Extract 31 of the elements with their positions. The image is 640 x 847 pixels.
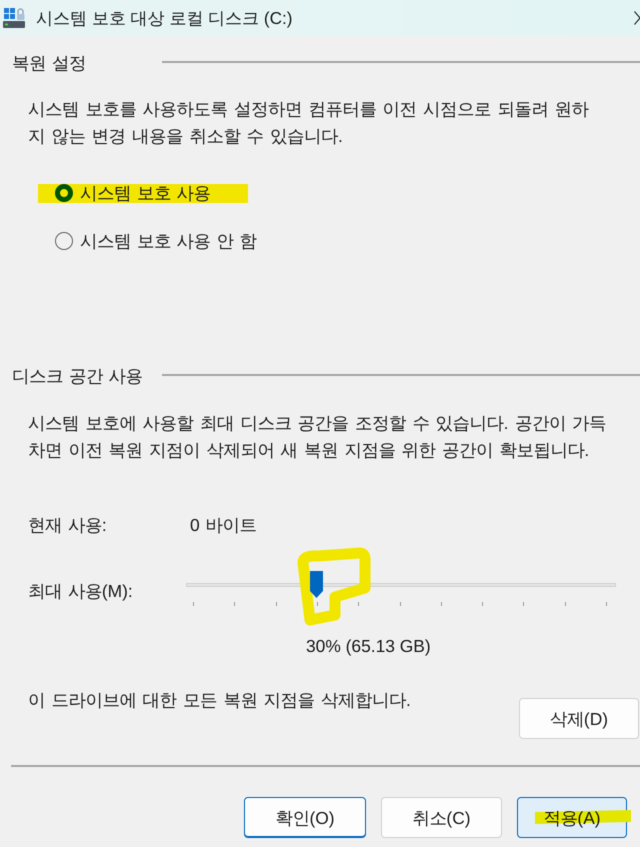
slider-tick (564, 602, 566, 606)
radio-button[interactable] (55, 184, 73, 202)
description-text: 시스템 보호에 사용할 최대 디스크 공간을 조정할 수 있습니다. 공간이 가득 차면 이전 복원 지점이 삭제되어 새 복원 지점을 위한 공간이 확보됩니다. (28, 412, 608, 462)
group-heading: 디스크 공간 사용 (12, 365, 143, 387)
slider-tick (193, 602, 194, 606)
slider-tick (316, 602, 318, 606)
field-label: 최대 사용(M): (28, 580, 133, 603)
slider-tick (234, 602, 236, 606)
slider-tick (523, 602, 524, 606)
slider-tick (482, 602, 484, 606)
radio-button[interactable] (55, 232, 73, 250)
close-icon[interactable] (634, 11, 640, 25)
radio-label[interactable]: 시스템 보호 사용 (80, 184, 211, 202)
dialog-button[interactable]: 확인(O) (244, 797, 366, 838)
usage-value: 0 바이트 (190, 514, 257, 537)
slider-tick (440, 602, 442, 606)
delete-description: 이 드라이브에 대한 모든 복원 지점을 삭제합니다. (28, 689, 411, 712)
delete-button[interactable]: 삭제(D) (519, 698, 639, 739)
slider-track[interactable] (186, 571, 616, 598)
slider-tick (606, 602, 607, 606)
slider-tick (358, 602, 360, 606)
usage-reading: 30% (65.13 GB) (306, 635, 431, 658)
field-label: 현재 사용: (28, 514, 107, 537)
slider-tick (276, 602, 277, 606)
description-text: 시스템 보호를 사용하도록 설정하면 컴퓨터를 이전 시점으로 되돌려 원하지 않는 변경 내용을 취소할 수 있습니다. (28, 98, 590, 148)
group-heading: 복원 설정 (12, 52, 86, 74)
radio-label[interactable]: 시스템 보호 사용 안 함 (80, 232, 256, 250)
drive-lock-icon (3, 7, 27, 29)
slider-thumb[interactable] (310, 571, 324, 598)
dialog-button[interactable]: 취소(C) (381, 797, 502, 838)
window-title: 시스템 보호 대상 로컬 디스크 (C:) (36, 7, 293, 30)
